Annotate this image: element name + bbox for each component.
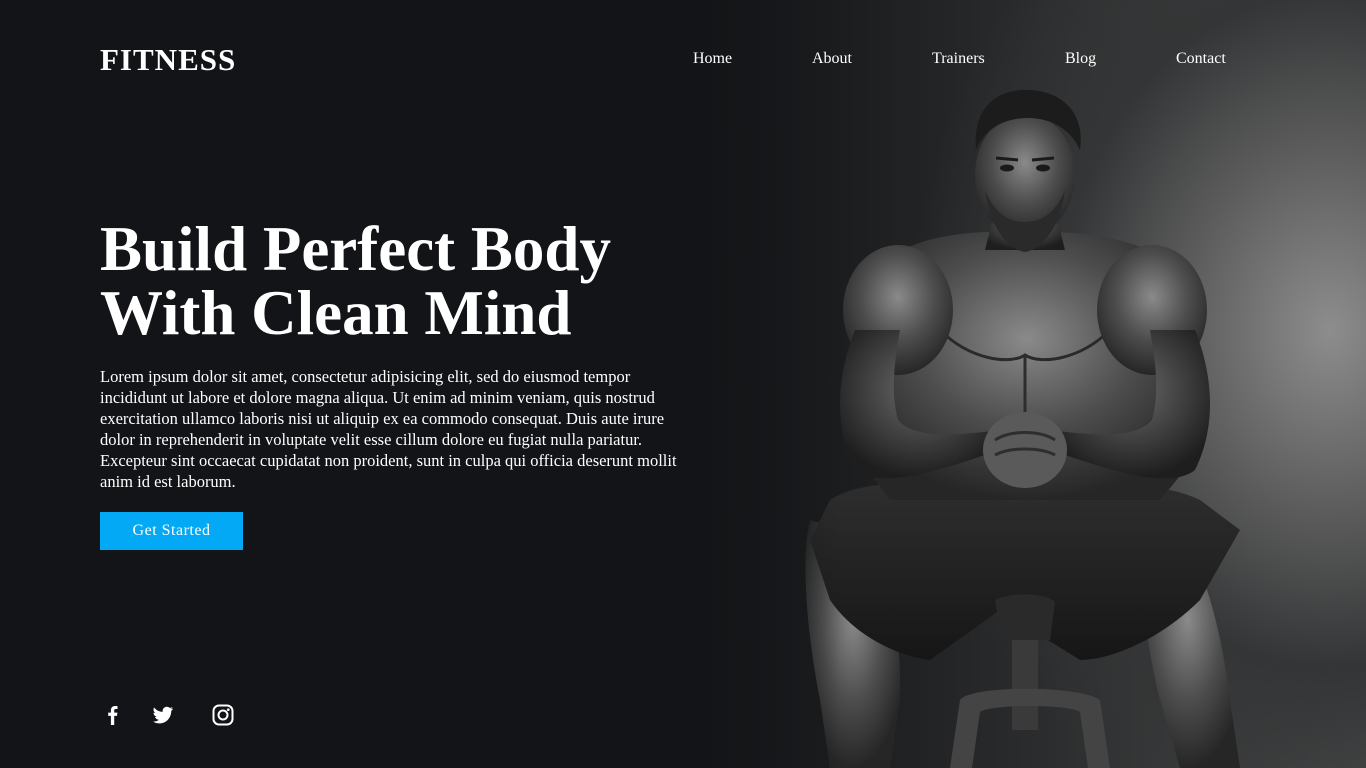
twitter-icon[interactable]	[150, 702, 176, 728]
facebook-icon[interactable]	[100, 702, 126, 728]
get-started-button[interactable]: Get Started	[100, 512, 243, 550]
athlete-illustration	[640, 0, 1240, 768]
hero-image	[640, 0, 1366, 768]
hero-headline-line1: Build Perfect Body	[100, 214, 611, 284]
hero-headline-line2: With Clean Mind	[100, 278, 572, 348]
instagram-icon[interactable]	[210, 702, 236, 728]
hero-description: Lorem ipsum dolor sit amet, consectetur …	[100, 367, 677, 491]
nav-about[interactable]: About	[812, 48, 852, 70]
nav-home[interactable]: Home	[693, 48, 732, 70]
main-nav: Home About Trainers Blog Contact	[0, 48, 1366, 72]
hero-headline: Build Perfect Body With Clean Mind	[100, 217, 680, 345]
nav-trainers[interactable]: Trainers	[932, 48, 985, 70]
nav-contact[interactable]: Contact	[1176, 48, 1226, 70]
nav-blog[interactable]: Blog	[1065, 48, 1096, 70]
